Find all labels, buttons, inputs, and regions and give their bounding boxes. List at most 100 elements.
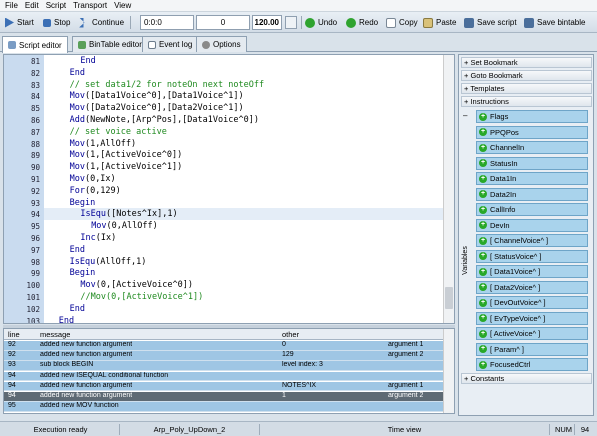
code-keyword: Mov	[69, 162, 85, 173]
redo-button[interactable]: Redo	[346, 15, 378, 30]
variable-item[interactable]: + FocusedCtrl	[476, 358, 588, 371]
code-line[interactable]: IsEqu(AllOff,1)	[44, 256, 446, 268]
log-cell: 129	[282, 351, 294, 359]
variable-item[interactable]: + Data1In	[476, 172, 588, 185]
code-line[interactable]: Mov(0,AllOff)	[44, 220, 446, 232]
variable-item[interactable]: + ChannelIn	[476, 141, 588, 154]
variable-item[interactable]: +[ ChannelVoice^ ]	[476, 234, 588, 247]
position-field[interactable]: 0:0:0	[140, 15, 194, 30]
log-cell: argument 2	[388, 351, 424, 359]
code-line[interactable]: // set voice active	[44, 126, 446, 138]
variable-item[interactable]: +[ ActiveVoice^ ]	[476, 327, 588, 340]
variable-item[interactable]: +[ Param^ ]	[476, 342, 588, 356]
code-line[interactable]: Mov([Data2Voice^0],[Data2Voice^1])	[44, 102, 446, 114]
tempo-spinner[interactable]	[285, 16, 297, 29]
section-constants[interactable]: + Constants	[461, 373, 592, 384]
save-icon	[524, 17, 534, 28]
code-line[interactable]: Inc(Ix)	[44, 232, 446, 244]
code-line[interactable]: End	[44, 244, 446, 256]
variable-item[interactable]: + CallInfo	[476, 203, 588, 216]
menu-file[interactable]: File	[3, 0, 23, 12]
continue-button[interactable]: Continue	[79, 15, 124, 30]
variable-item[interactable]: +[ Data1Voice^ ]	[476, 265, 588, 278]
menu-script[interactable]: Script	[44, 0, 71, 12]
log-scrollbar[interactable]	[443, 329, 454, 413]
log-cell: 93	[8, 361, 16, 369]
code-line[interactable]: IsEqu([Notes^Ix],1)	[44, 208, 446, 221]
log-row[interactable]: 94 added new function argument NOTES^IX arg…	[4, 381, 444, 392]
menu-transport[interactable]: Transport	[71, 0, 112, 12]
variable-item[interactable]: +[ DevOutVoice^ ]	[476, 296, 588, 309]
log-row[interactable]: 92 added new function argument 129 argument…	[4, 351, 444, 361]
variable-item[interactable]: + StatusIn	[476, 156, 588, 170]
code-line[interactable]: //Mov(0,[ActiveVoice^1])	[44, 291, 446, 303]
code-line[interactable]: Begin	[44, 267, 446, 279]
tab-event-log[interactable]: Event log	[142, 36, 199, 52]
variable-item[interactable]: + DevIn	[476, 218, 588, 232]
code-line[interactable]: Mov(1,[ActiveVoice^0])	[44, 149, 446, 161]
code-line[interactable]: End	[44, 67, 446, 79]
log-cell: argument 1	[388, 341, 424, 348]
variable-item[interactable]: +[ EvTypeVoice^ ]	[476, 311, 588, 325]
stop-button[interactable]: Stop	[43, 15, 70, 30]
code-line[interactable]: For(0,129)	[44, 185, 446, 197]
variable-label: [ Param^ ]	[490, 344, 524, 354]
line-number-gutter: 81 82 83 84 85 86 87 88 89 90 91 92 93 94 95 96 97 98 99 10…	[4, 55, 44, 323]
undo-button[interactable]: Undo	[305, 15, 337, 30]
log-header-cell[interactable]: other	[282, 329, 299, 340]
save-script-button[interactable]: Save script	[464, 15, 517, 30]
save-bintable-button[interactable]: Save bintable	[524, 15, 585, 30]
code-line[interactable]: // set data1/2 for noteOn next noteOff	[44, 79, 446, 91]
editor-scrollbar-thumb[interactable]	[445, 287, 453, 309]
code-line[interactable]: End	[44, 303, 446, 315]
variable-item[interactable]: +[ StatusVoice^ ]	[476, 249, 588, 263]
variable-item[interactable]: + PPQPos	[476, 125, 588, 139]
tab-bintable-editor[interactable]: BinTable editor	[72, 36, 148, 52]
section-set-bookmark[interactable]: + Set Bookmark	[461, 57, 592, 68]
variable-label: [ StatusVoice^ ]	[490, 251, 542, 261]
tempo-field[interactable]: 120.00	[252, 15, 282, 30]
variable-item[interactable]: + Flags	[476, 110, 588, 123]
code-line[interactable]: Mov([Data1Voice^0],[Data1Voice^1])	[44, 90, 446, 102]
copy-button[interactable]: Copy	[386, 15, 418, 30]
section-instructions[interactable]: + Instructions	[461, 96, 592, 107]
code-line[interactable]: Begin	[44, 197, 446, 209]
paste-button[interactable]: Paste	[423, 15, 456, 30]
variable-item[interactable]: +[ Data2Voice^ ]	[476, 280, 588, 294]
log-row[interactable]: 94 added new ISEQUAL conditional function	[4, 371, 444, 382]
tab-script-editor[interactable]: Script editor	[2, 36, 68, 53]
code-line[interactable]: End	[44, 315, 446, 324]
code-line[interactable]: Mov(1,[ActiveVoice^1])	[44, 161, 446, 173]
code-text: (0,Ix)	[84, 174, 116, 184]
add-icon: +	[479, 298, 487, 307]
code-keyword: End	[58, 315, 75, 324]
menu-edit[interactable]: Edit	[23, 0, 44, 12]
log-row[interactable]: 92 added new function argument 0 argument 1	[4, 341, 444, 351]
log-header-cell[interactable]: line	[8, 329, 20, 340]
message-log[interactable]: line message other 92 added new function arg…	[3, 328, 455, 414]
section-goto-bookmark[interactable]: + Goto Bookmark	[461, 70, 592, 81]
code-line[interactable]: End	[44, 55, 446, 67]
menu-view[interactable]: View	[112, 0, 136, 12]
section-templates[interactable]: + Templates	[461, 83, 592, 94]
code-line[interactable]: Mov(0,Ix)	[44, 173, 446, 185]
editor-scrollbar[interactable]	[443, 55, 454, 323]
add-icon: +	[479, 221, 487, 229]
code-line[interactable]: Mov(1,AllOff)	[44, 138, 446, 150]
variable-label: CallInfo	[490, 205, 516, 214]
log-row[interactable]: 95 added new MOV function	[4, 402, 444, 412]
script-editor[interactable]: 81 82 83 84 85 86 87 88 89 90 91 92 93 94 95 96 97 98 99 10…	[3, 54, 455, 324]
code-line[interactable]: Add(NewNote,[Arp^Pos],[Data1Voice^0])	[44, 114, 446, 126]
code-line[interactable]: Mov(0,[ActiveVoice^0])	[44, 279, 446, 291]
variable-item[interactable]: + Data2In	[476, 187, 588, 201]
status-view: Time view	[260, 424, 550, 435]
log-row[interactable]: 93 sub block BEGIN level index: 3	[4, 361, 444, 371]
tab-options[interactable]: Options	[196, 36, 247, 52]
start-button[interactable]: Start	[4, 15, 34, 30]
log-header-cell[interactable]: message	[40, 329, 70, 340]
log-cell: 92	[8, 341, 16, 348]
code-keyword: Add	[69, 115, 85, 125]
paste-icon	[423, 17, 433, 28]
ticks-field[interactable]: 0	[196, 15, 250, 30]
log-row[interactable]: 94 added new function argument 1 argument 2	[4, 392, 444, 402]
